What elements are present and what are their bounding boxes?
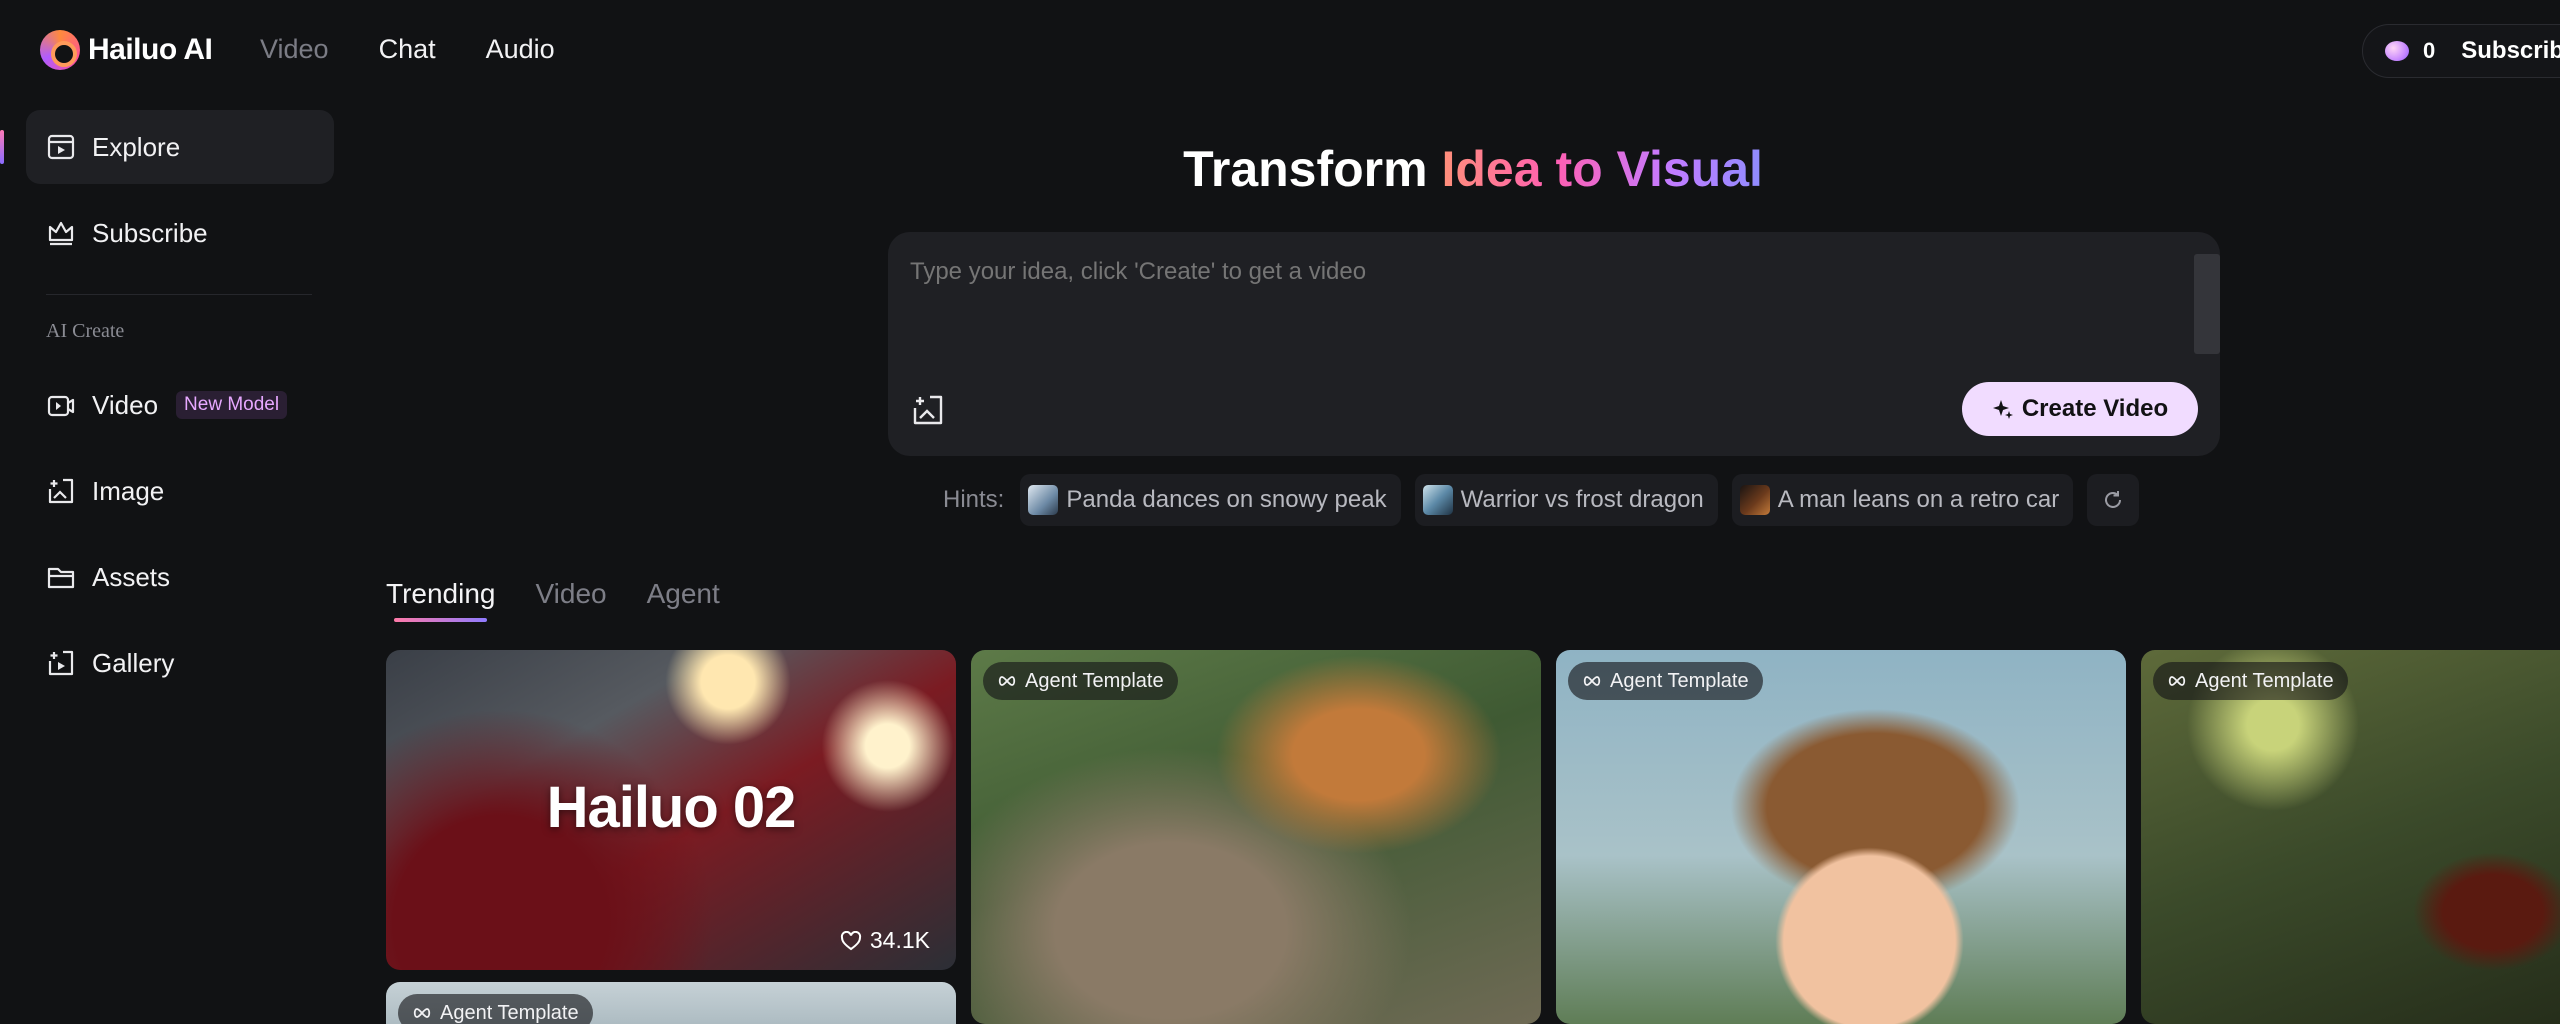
new-model-badge: New Model bbox=[176, 391, 288, 419]
credits-gem-icon bbox=[2385, 41, 2409, 61]
hint-thumbnail bbox=[1739, 485, 1770, 515]
hero-title-plain: Transform bbox=[1183, 141, 1428, 197]
hints-row: Hints: Panda dances on snowy peak Warrio… bbox=[943, 474, 2140, 526]
like-count-value: 34.1K bbox=[869, 927, 930, 953]
heart-icon bbox=[840, 930, 861, 950]
prompt-box: Create Video bbox=[888, 232, 2220, 456]
sidebar-item-image[interactable]: Image bbox=[26, 454, 334, 528]
hints-label: Hints: bbox=[943, 486, 1005, 513]
brand-name: Hailuo AI bbox=[88, 33, 213, 66]
hint-text: A man leans on a retro car bbox=[1777, 486, 2060, 513]
gallery-card-hailuo-02[interactable]: Hailuo 02 34.1K bbox=[386, 650, 956, 970]
brand-logo[interactable]: Hailuo AI bbox=[40, 30, 213, 70]
agent-template-tag: Agent Template bbox=[398, 994, 593, 1024]
credits-pill[interactable]: 0 Subscribe bbox=[2362, 24, 2560, 78]
sidebar-item-label: Assets bbox=[92, 561, 171, 592]
gallery-card-cat-tiger[interactable]: Agent Template bbox=[971, 650, 1541, 1024]
sidebar: Explore Subscribe AI Create Video New Mo… bbox=[0, 104, 352, 1024]
infinity-icon bbox=[2168, 676, 2186, 686]
refresh-hints-button[interactable] bbox=[2087, 474, 2140, 526]
topnav-audio[interactable]: Audio bbox=[486, 34, 555, 65]
gallery-card-cartoon-boy[interactable]: Agent Template bbox=[1556, 650, 2126, 1024]
hint-text: Panda dances on snowy peak bbox=[1066, 486, 1387, 513]
sidebar-divider bbox=[46, 294, 312, 295]
agent-template-label: Agent Template bbox=[1610, 669, 1749, 692]
hint-chip-warrior[interactable]: Warrior vs frost dragon bbox=[1414, 474, 1718, 526]
tab-trending[interactable]: Trending bbox=[386, 578, 495, 622]
sidebar-item-assets[interactable]: Assets bbox=[26, 540, 334, 614]
agent-template-tag: Agent Template bbox=[1568, 662, 1763, 700]
sidebar-item-label: Gallery bbox=[92, 647, 175, 678]
infinity-icon bbox=[413, 1008, 431, 1018]
content-tabs: Trending Video Agent bbox=[386, 578, 720, 622]
agent-template-label: Agent Template bbox=[1025, 669, 1164, 692]
hint-text: Warrior vs frost dragon bbox=[1460, 486, 1704, 513]
gallery-card-agent-template[interactable]: Agent Template bbox=[386, 982, 956, 1024]
hint-thumbnail bbox=[1028, 485, 1059, 515]
agent-template-tag: Agent Template bbox=[983, 662, 1178, 700]
sidebar-item-label: Video bbox=[92, 389, 159, 420]
crown-icon bbox=[46, 218, 76, 248]
agent-template-label: Agent Template bbox=[2195, 669, 2334, 692]
hint-chip-retro-car[interactable]: A man leans on a retro car bbox=[1731, 474, 2074, 526]
gallery-card-serum-bottle[interactable]: Agent Template bbox=[2141, 650, 2560, 1024]
add-image-icon bbox=[913, 395, 943, 425]
prompt-input[interactable] bbox=[910, 258, 2110, 342]
sparkle-icon bbox=[1992, 400, 2013, 419]
refresh-icon bbox=[2105, 491, 2122, 508]
hero-title: Transform Idea to Visual bbox=[0, 140, 2560, 198]
prompt-scrollbar[interactable] bbox=[2194, 254, 2220, 354]
image-icon bbox=[46, 476, 76, 506]
infinity-icon bbox=[1583, 676, 1601, 686]
top-bar: Hailuo AI Video Chat Audio 0 Subscribe bbox=[0, 0, 2560, 104]
sidebar-item-gallery[interactable]: Gallery bbox=[26, 626, 334, 700]
sidebar-item-video[interactable]: Video New Model bbox=[26, 368, 334, 442]
subscribe-top-button[interactable]: Subscribe bbox=[2461, 37, 2560, 65]
hailuo-logo-icon bbox=[40, 30, 80, 70]
upload-image-button[interactable] bbox=[910, 392, 946, 428]
tab-video[interactable]: Video bbox=[535, 578, 606, 610]
agent-template-tag: Agent Template bbox=[2153, 662, 2348, 700]
video-icon bbox=[46, 390, 76, 420]
credit-count: 0 bbox=[2423, 38, 2436, 63]
topnav-chat[interactable]: Chat bbox=[379, 34, 436, 65]
agent-template-label: Agent Template bbox=[440, 1001, 579, 1024]
hint-chip-panda[interactable]: Panda dances on snowy peak bbox=[1020, 474, 1401, 526]
top-nav: Video Chat Audio bbox=[260, 34, 555, 65]
infinity-icon bbox=[998, 676, 1016, 686]
featured-title: Hailuo 02 bbox=[546, 775, 797, 840]
section-label-ai-create: AI Create bbox=[46, 320, 125, 342]
tab-agent[interactable]: Agent bbox=[647, 578, 720, 610]
create-video-button[interactable]: Create Video bbox=[1962, 382, 2198, 436]
topnav-video[interactable]: Video bbox=[260, 34, 329, 65]
sidebar-item-subscribe[interactable]: Subscribe bbox=[26, 196, 334, 270]
create-video-label: Create Video bbox=[2021, 395, 2169, 422]
hero-title-gradient: Idea to Visual bbox=[1441, 141, 1763, 197]
gallery-icon bbox=[46, 648, 76, 678]
sidebar-item-label: Subscribe bbox=[92, 217, 208, 248]
like-count[interactable]: 34.1K bbox=[840, 927, 930, 954]
hint-thumbnail bbox=[1422, 485, 1453, 515]
folder-icon bbox=[46, 562, 76, 592]
sidebar-item-label: Image bbox=[92, 475, 165, 506]
